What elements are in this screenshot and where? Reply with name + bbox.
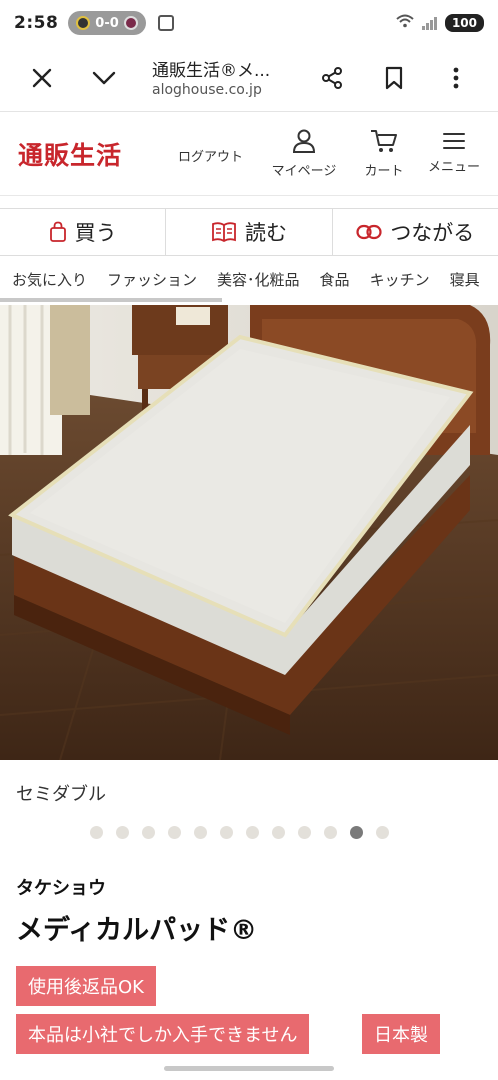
- logout-link[interactable]: ログアウト: [178, 146, 243, 165]
- carousel-dot[interactable]: [142, 826, 155, 839]
- carousel-dots: [90, 826, 389, 839]
- subnav-item[interactable]: 寝具: [450, 269, 480, 290]
- bookmark-button[interactable]: [376, 60, 412, 96]
- wifi-icon: [396, 14, 414, 32]
- tab-connect-label: つながる: [390, 221, 475, 245]
- subnav-item[interactable]: キッチン: [370, 269, 430, 290]
- exclusive-badge: 本品は小社でしか入手できません: [16, 1014, 310, 1054]
- subnav-item[interactable]: ファッション: [107, 269, 197, 290]
- made-in-japan-badge: 日本製: [362, 1014, 440, 1054]
- minimize-button[interactable]: [86, 60, 122, 96]
- hamburger-icon: [443, 133, 465, 149]
- image-caption: セミダブル: [16, 784, 106, 805]
- carousel-dot[interactable]: [116, 826, 129, 839]
- bookmark-icon: [385, 66, 403, 90]
- signal-icon: [421, 16, 437, 30]
- share-icon: [322, 67, 342, 89]
- carousel-dot[interactable]: [220, 826, 233, 839]
- product-name: メディカルパッド®: [16, 915, 258, 946]
- mypage-label: マイページ: [271, 164, 337, 179]
- carousel-dot[interactable]: [90, 826, 103, 839]
- carousel-dot[interactable]: [324, 826, 337, 839]
- carousel-dot[interactable]: [272, 826, 285, 839]
- site-logo[interactable]: 通販生活: [18, 136, 122, 172]
- menu-button[interactable]: メニュー: [424, 132, 484, 175]
- product-image[interactable]: [0, 305, 498, 760]
- battery-indicator: 100: [444, 14, 484, 32]
- score-notification: 0-0: [68, 11, 146, 35]
- chevron-down-icon: [92, 71, 116, 85]
- more-options-button[interactable]: [438, 60, 474, 96]
- carousel-dot[interactable]: [376, 826, 389, 839]
- cart-link[interactable]: カート: [358, 128, 410, 179]
- close-icon: [32, 68, 52, 88]
- more-vertical-icon: [453, 67, 459, 89]
- status-bar: 2:58 0-0 100: [0, 0, 498, 46]
- home-indicator[interactable]: [164, 1066, 334, 1071]
- user-icon: [292, 129, 316, 153]
- browser-toolbar: 通販生活®メ... aloghouse.co.jp: [0, 46, 498, 112]
- mypage-link[interactable]: マイページ: [268, 128, 340, 179]
- product-brand: タケショウ: [16, 878, 106, 899]
- carousel-dot[interactable]: [194, 826, 207, 839]
- carousel-dot[interactable]: [298, 826, 311, 839]
- return-ok-badge: 使用後返品OK: [16, 966, 156, 1006]
- tab-read-label: 読む: [244, 221, 287, 245]
- menu-label: メニュー: [427, 160, 480, 175]
- carousel-dot-active[interactable]: [350, 826, 363, 839]
- carousel-dot[interactable]: [168, 826, 181, 839]
- screenshot-icon: [157, 15, 174, 31]
- link-icon: [356, 224, 382, 240]
- team-icon: [76, 16, 91, 30]
- team-icon: [123, 16, 138, 30]
- site-header: 通販生活 ログアウト マイページ カート メニュー: [0, 112, 498, 196]
- subnav-item[interactable]: 美容･化粧品: [217, 269, 300, 290]
- open-book-icon: [212, 222, 236, 242]
- tab-connect[interactable]: つながる: [333, 209, 498, 255]
- cart-icon: [371, 130, 397, 152]
- subnav-item[interactable]: お気に入り: [12, 269, 87, 290]
- status-time: 2:58: [14, 13, 59, 33]
- subcategory-nav: お気に入り ファッション 美容･化粧品 食品 キッチン 寝具: [0, 256, 498, 302]
- close-tab-button[interactable]: [24, 60, 60, 96]
- tab-buy[interactable]: 買う: [0, 209, 167, 255]
- tab-buy-label: 買う: [74, 221, 117, 245]
- page-title: 通販生活®メ...: [152, 61, 271, 81]
- shopping-bag-icon: [49, 221, 66, 242]
- page-url[interactable]: aloghouse.co.jp: [152, 82, 262, 98]
- subnav-item[interactable]: 食品: [320, 269, 350, 290]
- carousel-dot[interactable]: [246, 826, 259, 839]
- score-text: 0-0: [95, 15, 119, 31]
- category-tabs: 買う 読む つながる: [0, 208, 498, 256]
- share-button[interactable]: [314, 60, 350, 96]
- tab-read[interactable]: 読む: [166, 209, 333, 255]
- cart-label: カート: [364, 164, 404, 179]
- subnav-scroll-indicator: [0, 298, 222, 302]
